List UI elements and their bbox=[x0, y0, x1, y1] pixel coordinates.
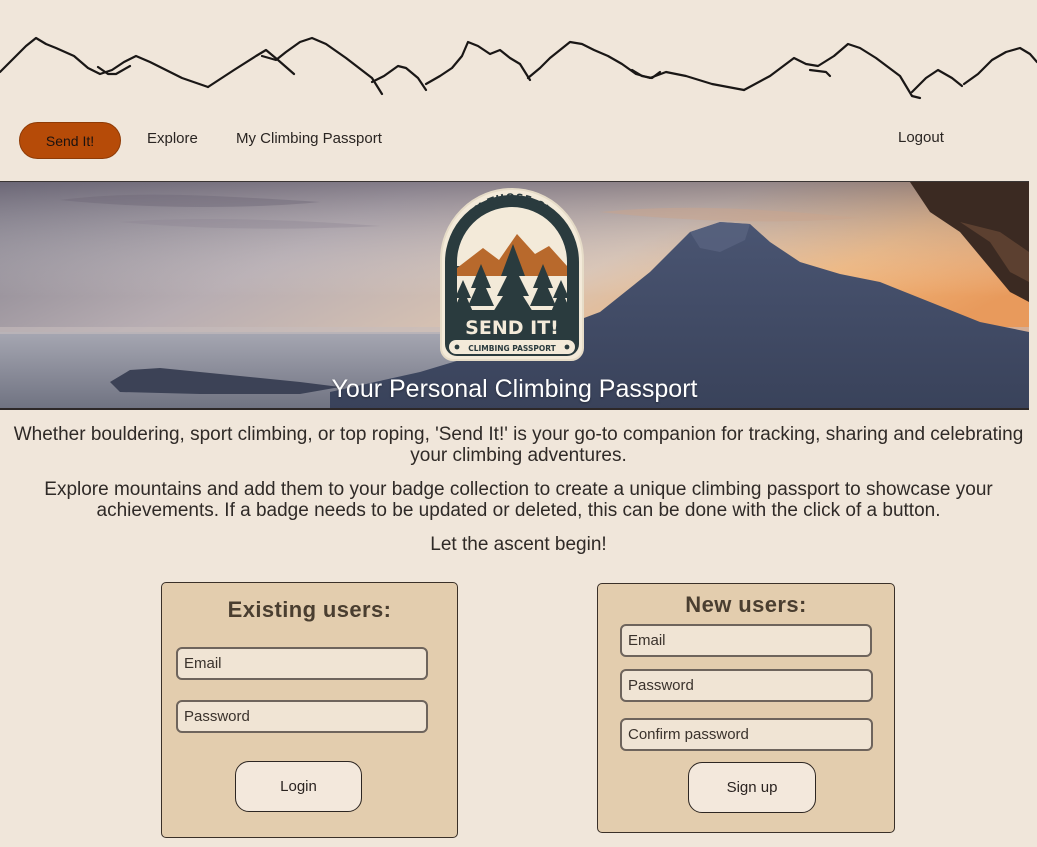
intro-paragraph-badges: Explore mountains and add them to your b… bbox=[44, 479, 993, 521]
page: Send It! Explore My Climbing Passport Lo… bbox=[0, 0, 1037, 847]
sign-up-button[interactable]: Sign up bbox=[688, 762, 816, 813]
signup-password-input[interactable] bbox=[620, 669, 873, 702]
hero-banner: SEND IT! CLIMBING PASSPORT CRUSH THOSE C… bbox=[0, 181, 1029, 410]
new-users-signup-card: New users: Sign up bbox=[597, 583, 895, 833]
existing-users-title: Existing users: bbox=[227, 597, 392, 622]
login-button[interactable]: Login bbox=[235, 761, 362, 812]
send-it-home-button[interactable]: Send It! bbox=[19, 122, 121, 159]
badge-bottom-text: CLIMBING PASSPORT bbox=[468, 344, 556, 353]
badge-main-text: SEND IT! bbox=[465, 317, 559, 339]
signup-email-input[interactable] bbox=[620, 624, 872, 657]
mountain-line-decoration bbox=[0, 36, 1037, 100]
nav-my-climbing-passport-link[interactable]: My Climbing Passport bbox=[236, 130, 382, 147]
intro-paragraph-tracking: Whether bouldering, sport climbing, or t… bbox=[13, 424, 1024, 466]
nav-logout-link[interactable]: Logout bbox=[898, 129, 944, 146]
main-navigation: Send It! Explore My Climbing Passport Lo… bbox=[0, 118, 1037, 160]
send-it-badge-logo: SEND IT! CLIMBING PASSPORT CRUSH THOSE C… bbox=[440, 188, 584, 361]
signup-confirm-password-input[interactable] bbox=[620, 718, 873, 751]
nav-explore-link[interactable]: Explore bbox=[147, 130, 198, 147]
hero-title: Your Personal Climbing Passport bbox=[331, 375, 698, 403]
intro-text: Whether bouldering, sport climbing, or t… bbox=[0, 424, 1037, 568]
existing-users-login-card: Existing users: Login bbox=[161, 582, 458, 838]
login-password-input[interactable] bbox=[176, 700, 428, 733]
login-email-input[interactable] bbox=[176, 647, 428, 680]
new-users-title: New users: bbox=[685, 592, 807, 617]
intro-paragraph-ascent: Let the ascent begin! bbox=[430, 534, 607, 555]
